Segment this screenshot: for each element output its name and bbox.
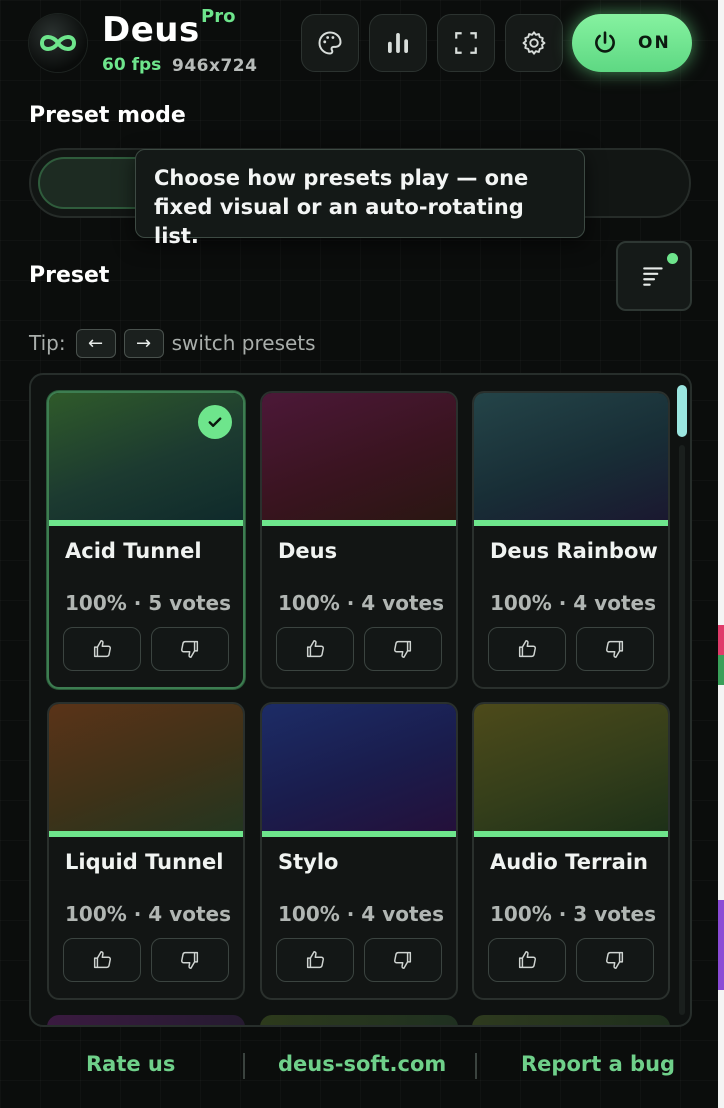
thumbs-up-icon [91, 638, 113, 660]
preset-thumbnail [262, 704, 456, 831]
preset-progress-bar [262, 831, 456, 837]
app-logo [29, 14, 87, 72]
preset-name: Acid Tunnel [65, 539, 202, 563]
thumbs-down-icon [179, 638, 201, 660]
preset-rating: 100% · 4 votes [278, 902, 444, 926]
thumbs-down-icon [604, 949, 626, 971]
thumbs-up-icon [516, 949, 538, 971]
scrollbar-thumb[interactable] [677, 385, 687, 437]
arrow-left-key: ← [75, 328, 116, 358]
app-name: Deus [102, 10, 200, 50]
preset-thumbnail [49, 704, 243, 831]
preset-card[interactable]: Deus Rainbow 100% · 4 votes [472, 391, 670, 689]
thumbs-down-button[interactable] [151, 627, 229, 671]
preset-rating: 100% · 4 votes [490, 591, 656, 615]
tip-label: Tip: [29, 331, 66, 355]
background-window-edge [718, 0, 724, 1108]
preset-card-partial[interactable] [472, 1015, 670, 1025]
scroll-track[interactable] [679, 445, 685, 1015]
thumbs-up-button[interactable] [276, 627, 354, 671]
selected-check-icon [198, 405, 232, 439]
preset-progress-bar [49, 520, 243, 526]
edge-marker [718, 655, 724, 685]
preset-card[interactable]: Deus 100% · 4 votes [260, 391, 458, 689]
thumbs-up-icon [304, 949, 326, 971]
thumbs-down-button[interactable] [151, 938, 229, 982]
edge-marker [718, 625, 724, 655]
audio-visualizer-button[interactable] [369, 14, 427, 72]
gear-icon [522, 31, 546, 55]
preset-rating: 100% · 4 votes [278, 591, 444, 615]
preset-progress-bar [474, 831, 668, 837]
thumbs-up-button[interactable] [63, 938, 141, 982]
preset-card[interactable]: Stylo 100% · 4 votes [260, 702, 458, 1000]
preset-rating: 100% · 3 votes [490, 902, 656, 926]
thumbs-down-button[interactable] [576, 938, 654, 982]
footer-divider [475, 1053, 477, 1079]
resolution-readout: 946x724 [172, 56, 258, 76]
sort-lines-icon [643, 267, 663, 286]
preset-thumbnail [474, 393, 668, 520]
thumbs-up-button[interactable] [276, 938, 354, 982]
thumbs-down-icon [392, 638, 414, 660]
thumbs-up-button[interactable] [488, 938, 566, 982]
preset-thumbnail [262, 393, 456, 520]
power-icon [595, 31, 615, 53]
pro-badge: Pro [201, 6, 236, 27]
preset-card[interactable]: Liquid Tunnel 100% · 4 votes [47, 702, 245, 1000]
fullscreen-button[interactable] [437, 14, 495, 72]
audio-bars-icon [388, 33, 408, 53]
preset-card[interactable]: Acid Tunnel 100% · 5 votes [47, 391, 245, 689]
website-link[interactable]: deus-soft.com [278, 1052, 446, 1076]
infinity-icon [39, 35, 77, 51]
preset-card-partial[interactable] [260, 1015, 458, 1025]
preset-progress-bar [49, 831, 243, 837]
settings-button[interactable] [505, 14, 563, 72]
preset-grid[interactable]: Acid Tunnel 100% · 5 votes Deus 100% · 4 vo… [29, 373, 692, 1027]
thumbs-up-icon [304, 638, 326, 660]
thumbs-down-icon [392, 949, 414, 971]
preset-title: Preset [29, 263, 110, 288]
preset-mode-title: Preset mode [29, 103, 186, 128]
preset-card-partial[interactable] [47, 1015, 245, 1025]
thumbs-down-button[interactable] [576, 627, 654, 671]
preset-rating: 100% · 4 votes [65, 902, 231, 926]
preset-mode-tooltip: Choose how presets play — one fixed visu… [135, 149, 585, 248]
report-bug-link[interactable]: Report a bug [521, 1052, 675, 1076]
sort-filter-button[interactable] [616, 241, 692, 311]
keyboard-tip: Tip: ← → switch presets [29, 328, 316, 358]
preset-progress-bar [474, 520, 668, 526]
thumbs-up-icon [91, 949, 113, 971]
thumbs-down-button[interactable] [364, 938, 442, 982]
preset-name: Stylo [278, 850, 339, 874]
thumbs-up-button[interactable] [488, 627, 566, 671]
palette-button[interactable] [301, 14, 359, 72]
preset-rating: 100% · 5 votes [65, 591, 231, 615]
preset-thumbnail [474, 704, 668, 831]
fps-readout: 60 fps [102, 55, 162, 75]
edge-marker [718, 900, 724, 990]
preset-name: Deus [278, 539, 338, 563]
rate-us-link[interactable]: Rate us [86, 1052, 175, 1076]
thumbs-down-icon [179, 949, 201, 971]
preset-name: Deus Rainbow [490, 539, 658, 563]
footer: Rate us deus-soft.com Report a bug [0, 1050, 724, 1084]
preset-name: Liquid Tunnel [65, 850, 224, 874]
preset-progress-bar [262, 520, 456, 526]
power-label: ON [638, 33, 671, 53]
thumbs-down-button[interactable] [364, 627, 442, 671]
fullscreen-icon [455, 32, 477, 54]
thumbs-up-icon [516, 638, 538, 660]
thumbs-down-icon [604, 638, 626, 660]
filter-active-indicator [667, 253, 678, 264]
power-toggle[interactable]: ON [572, 14, 692, 72]
tip-text: switch presets [171, 331, 316, 355]
preset-card[interactable]: Audio Terrain 100% · 3 votes [472, 702, 670, 1000]
arrow-right-key: → [123, 328, 164, 358]
footer-divider [243, 1053, 245, 1079]
preset-name: Audio Terrain [490, 850, 648, 874]
thumbs-up-button[interactable] [63, 627, 141, 671]
palette-icon [318, 31, 342, 55]
